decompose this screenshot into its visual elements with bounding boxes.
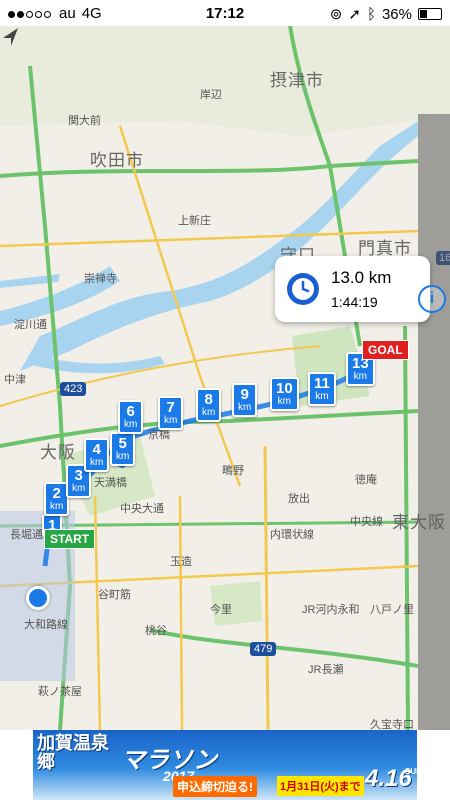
map-view[interactable]: 摂津市 吹田市 守口 門真市 東大阪 大阪 岸辺 関大前 上新庄 崇禅寺 淀川通… — [0, 26, 450, 730]
place-label: 桃谷 — [145, 625, 167, 637]
goal-flag[interactable]: GOAL — [362, 340, 409, 360]
place-label: 中津 — [4, 374, 26, 386]
km-marker[interactable]: 7 km — [158, 396, 184, 430]
ad-title: 加賀温泉郷 — [37, 733, 109, 772]
ad-weekday: SUN — [405, 767, 417, 776]
place-label: 関大前 — [68, 115, 101, 127]
area-label-osaka: 大阪 — [40, 443, 76, 462]
status-bar: au 4G 17:12 ⊚ ➚ ᛒ 36% — [0, 0, 450, 26]
place-label: 萩ノ茶屋 — [38, 686, 82, 698]
bluetooth-icon: ᛒ — [366, 5, 376, 23]
route-distance: 13.0 km — [331, 268, 392, 287]
battery-icon — [418, 8, 442, 20]
route-duration: 1:44:19 — [331, 294, 378, 310]
start-flag[interactable]: START — [44, 529, 96, 549]
status-right: ⊚ ➚ ᛒ 36% — [330, 5, 442, 23]
place-label: JR河内永和 — [302, 604, 360, 616]
clock-icon — [287, 273, 319, 305]
place-label: 徳庵 — [355, 474, 377, 486]
km-marker[interactable]: 10 km — [270, 377, 299, 411]
place-label: 淀川通 — [14, 319, 47, 331]
place-label: 谷町筋 — [98, 589, 131, 601]
place-label: 内環状線 — [270, 529, 314, 541]
route-shield-479: 479 — [250, 642, 277, 656]
place-label: 中央大通 — [120, 503, 164, 515]
km-marker[interactable]: 8 km — [196, 388, 222, 422]
info-button[interactable]: i — [418, 285, 446, 313]
compass-icon[interactable] — [0, 26, 22, 48]
location-arrow-icon: ➚ — [348, 6, 361, 23]
place-label: 玉造 — [170, 556, 192, 568]
place-label: 八戸ノ里 — [370, 604, 414, 616]
side-scrim — [418, 114, 450, 730]
place-label: 岸辺 — [200, 89, 222, 101]
km-marker[interactable]: 11 km — [308, 372, 336, 406]
km-marker[interactable]: 6 km — [118, 400, 144, 434]
ad-cta: 申込締切迫る! — [173, 776, 257, 797]
place-label: 天満橋 — [94, 477, 127, 489]
ad-banner[interactable]: 加賀温泉郷 マラソン 2017 申込締切迫る! 1月31日(火)まで 4.16 … — [0, 730, 450, 800]
battery-percent: 36% — [381, 5, 412, 23]
place-label: 大和路線 — [24, 619, 68, 631]
route-shield-423: 423 — [60, 382, 87, 396]
km-marker[interactable]: 5 km — [110, 432, 136, 466]
route-info-card[interactable]: 13.0 km 1:44:19 — [275, 256, 430, 322]
place-label: 崇禅寺 — [84, 273, 117, 285]
km-marker[interactable]: 9 km — [232, 383, 258, 417]
place-label: 放出 — [288, 493, 310, 505]
place-label: 今里 — [210, 604, 232, 616]
current-location-dot[interactable] — [26, 586, 50, 610]
place-label: JR長瀬 — [308, 664, 344, 676]
orientation-lock-icon: ⊚ — [329, 6, 343, 23]
place-label: 中央線 — [350, 516, 383, 528]
area-label-settsu: 摂津市 — [270, 71, 324, 90]
km-marker[interactable]: 4 km — [84, 438, 110, 472]
ad-deadline: 1月31日(火)まで — [277, 776, 364, 796]
place-label: 鴫野 — [222, 465, 244, 477]
place-label: 上新庄 — [178, 215, 211, 227]
place-label: 久宝寺口 — [370, 719, 414, 730]
area-label-suita: 吹田市 — [90, 151, 144, 170]
ad-banner-image[interactable]: 加賀温泉郷 マラソン 2017 申込締切迫る! 1月31日(火)まで 4.16 … — [33, 730, 417, 800]
place-label: 長堀通 — [10, 529, 43, 541]
